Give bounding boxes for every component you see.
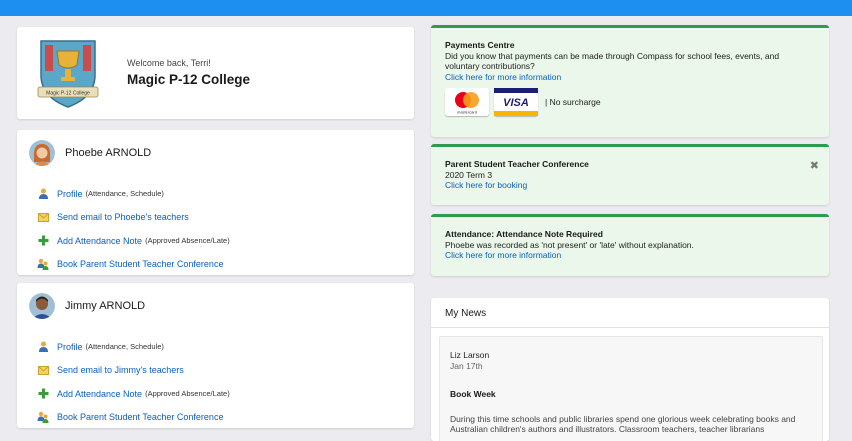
student-link-row: Profile (Attendance, Schedule): [37, 335, 230, 359]
student-link-row: Profile (Attendance, Schedule): [37, 182, 230, 206]
person-icon: [37, 188, 49, 200]
plus-icon: [37, 235, 49, 247]
book-conference-link[interactable]: Book Parent Student Teacher Conference: [57, 412, 223, 422]
envelope-icon: [37, 364, 49, 376]
student-avatar: [29, 140, 55, 166]
mastercard-icon: mastercard: [445, 88, 489, 116]
student-link-row: Book Parent Student Teacher Conference: [37, 253, 230, 277]
news-text: During this time schools and public libr…: [450, 413, 796, 435]
student-card-phoebe: Phoebe ARNOLD Profile (Attendance, Sched…: [17, 130, 414, 275]
conference-notice: Parent Student Teacher Conference 2020 T…: [431, 144, 829, 205]
add-attendance-note-link[interactable]: Add Attendance Note: [57, 236, 142, 246]
person-icon: [37, 341, 49, 353]
student-link-row: Book Parent Student Teacher Conference: [37, 406, 230, 430]
attendance-notice: Attendance: Attendance Note Required Pho…: [431, 214, 829, 276]
crest-banner-text: Magic P-12 College: [46, 91, 90, 97]
student-link-row: Add Attendance Note (Approved Absence/La…: [37, 382, 230, 406]
news-item[interactable]: Liz Larson Jan 17th Book Week During thi…: [439, 336, 823, 441]
news-title: Book Week: [450, 389, 496, 399]
booking-link[interactable]: Click here for booking: [445, 180, 815, 191]
student-link-row: Send email to Jimmy's teachers: [37, 359, 230, 383]
envelope-icon: [37, 211, 49, 223]
visa-label: VISA: [503, 97, 529, 109]
payments-info-link[interactable]: Click here for more information: [445, 72, 815, 83]
school-crest-logo: Magic P-12 College: [37, 40, 99, 108]
student-name: Phoebe ARNOLD: [65, 147, 152, 159]
notice-text: 2020 Term 3: [445, 169, 493, 180]
student-link-row: Add Attendance Note (Approved Absence/La…: [37, 229, 230, 253]
notice-title: Payments Centre: [445, 40, 515, 50]
link-note: (Attendance, Schedule): [85, 189, 164, 199]
news-heading: My News: [431, 298, 829, 328]
book-conference-link[interactable]: Book Parent Student Teacher Conference: [57, 259, 223, 269]
close-icon[interactable]: ✖: [810, 159, 819, 172]
visa-icon: VISA: [494, 88, 538, 116]
mastercard-label: mastercard: [457, 110, 477, 115]
school-name: Magic P-12 College: [127, 72, 251, 87]
welcome-card: Magic P-12 College Welcome back, Terri! …: [17, 27, 414, 119]
conference-icon: [37, 258, 49, 271]
email-teachers-link[interactable]: Send email to Jimmy's teachers: [57, 365, 184, 375]
student-avatar: [29, 293, 55, 319]
notice-text: Phoebe was recorded as 'not present' or …: [445, 239, 694, 250]
plus-icon: [37, 388, 49, 400]
link-note: (Attendance, Schedule): [85, 342, 164, 352]
notice-text: Did you know that payments can be made t…: [445, 50, 780, 72]
surcharge-text: | No surcharge: [545, 96, 601, 107]
link-note: (Approved Absence/Late): [145, 389, 230, 399]
add-attendance-note-link[interactable]: Add Attendance Note: [57, 389, 142, 399]
payments-centre-notice: Payments Centre Did you know that paymen…: [431, 25, 829, 137]
conference-icon: [37, 411, 49, 424]
student-link-row: Send email to Phoebe's teachers: [37, 206, 230, 230]
profile-link[interactable]: Profile: [57, 189, 83, 199]
welcome-greeting: Welcome back, Terri!: [127, 58, 211, 68]
student-card-jimmy: Jimmy ARNOLD Profile (Attendance, Schedu…: [17, 283, 414, 428]
news-date: Jan 17th: [450, 360, 483, 371]
email-teachers-link[interactable]: Send email to Phoebe's teachers: [57, 212, 189, 222]
my-news-panel: My News Liz Larson Jan 17th Book Week Du…: [431, 298, 829, 441]
profile-link[interactable]: Profile: [57, 342, 83, 352]
link-note: (Approved Absence/Late): [145, 236, 230, 246]
notice-title: Parent Student Teacher Conference: [445, 159, 589, 169]
notice-title: Attendance: Attendance Note Required: [445, 229, 603, 239]
news-author: Liz Larson: [450, 350, 490, 360]
student-name: Jimmy ARNOLD: [65, 300, 146, 312]
attendance-info-link[interactable]: Click here for more information: [445, 250, 815, 261]
